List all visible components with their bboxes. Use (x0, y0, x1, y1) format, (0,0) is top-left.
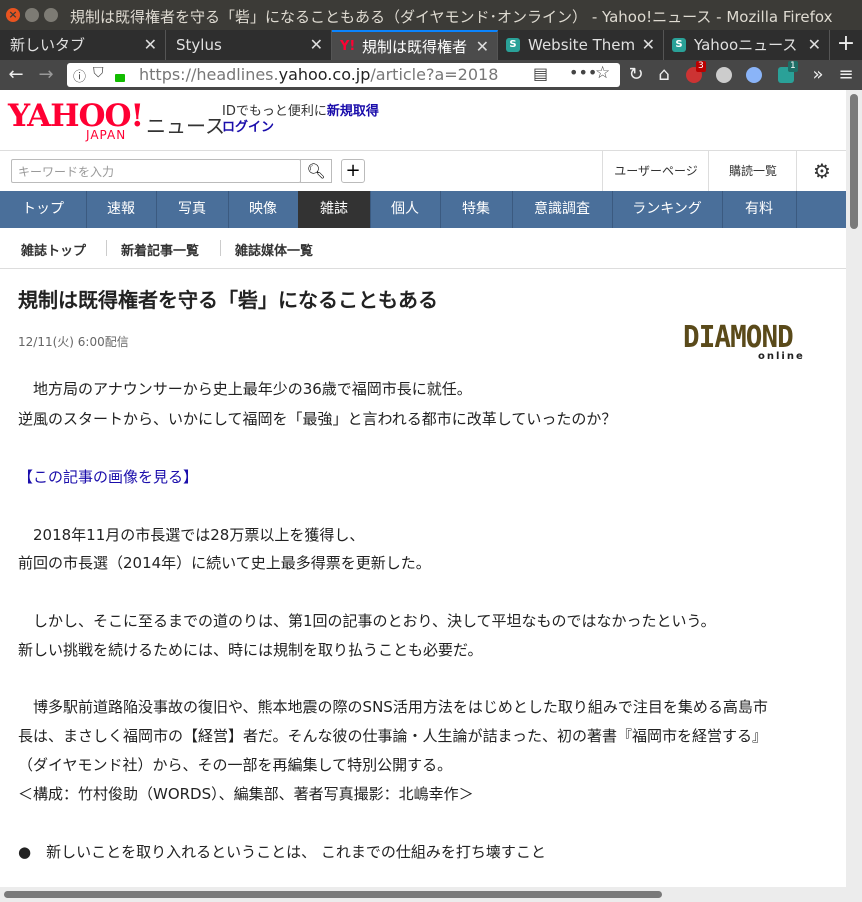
divider (106, 240, 107, 256)
reload-icon[interactable]: ↻ (624, 63, 648, 87)
info-icon[interactable]: ⓘ (73, 66, 86, 85)
gear-icon: ⚙ (813, 159, 831, 183)
extension-b-icon[interactable] (712, 63, 736, 87)
category-top[interactable]: トップ (0, 191, 87, 228)
logo-news: ニュース (146, 114, 225, 138)
tab-close-icon[interactable]: ✕ (476, 32, 489, 60)
navigation-toolbar: ← → ⓘ ⛉ https://headlines.yahoo.co.jp/ar… (0, 60, 862, 90)
category-paid[interactable]: 有料 (722, 191, 797, 228)
window-maximize-button[interactable] (44, 8, 58, 22)
window-minimize-button[interactable] (25, 8, 39, 22)
article-text: 逆風のスタートから、いかにして福岡を「最強」と言われる都市に改革していったのか？ (18, 410, 617, 428)
lock-icon[interactable] (115, 74, 125, 82)
article-image-link[interactable]: 【この記事の画像を見る】 (18, 466, 198, 487)
article-text: 前回の市長選（2014年）に続いて史上最多得票を更新した。 (18, 554, 431, 572)
divider (220, 240, 221, 256)
category-feature[interactable]: 特集 (440, 191, 513, 228)
article-date: 12/11(火) 6:00配信 (18, 335, 129, 349)
search-row: キーワードを入力 🔍︎ + ユーザーページ 購読一覧 ⚙ (0, 150, 846, 192)
page-actions-icon[interactable]: ••• (569, 63, 597, 82)
article-text: 2018年11月の市長選では28万票以上を獲得し、 (18, 526, 365, 544)
url-bar[interactable]: ⓘ ⛉ https://headlines.yahoo.co.jp/articl… (67, 63, 620, 87)
article-text: ＜構成：竹村俊助（WORDS）、編集部、著者写真撮影：北嶋幸作＞ (18, 785, 474, 803)
article-text: 長は、まさしく福岡市の【経営】者だ。そんな彼の仕事論・人生論が詰まった、初の著書… (18, 727, 767, 745)
article-text: 地方局のアナウンサーから史上最年少の36歳で福岡市長に就任。 (18, 380, 472, 398)
tab-bar: 新しいタブ ✕ Stylus ✕ Y! 規制は既得権者 ✕ S Website … (0, 30, 862, 60)
stylus-badge: 1 (788, 61, 798, 72)
tab-yahoo-news[interactable]: S Yahooニュース ✕ (664, 30, 830, 60)
stylus-favicon-icon: S (506, 38, 520, 52)
tab-close-icon[interactable]: ✕ (310, 30, 323, 60)
tab-new-tab[interactable]: 新しいタブ ✕ (0, 30, 166, 60)
login-link[interactable]: ログイン (222, 116, 274, 135)
back-arrow-icon[interactable]: ← (4, 63, 28, 87)
publisher-logo-sub: online (758, 351, 805, 362)
tab-close-icon[interactable]: ✕ (808, 30, 821, 60)
subnav-magazine-list[interactable]: 雑誌媒体一覧 (235, 240, 313, 259)
bookmark-star-icon[interactable]: ☆ (595, 63, 610, 83)
tab-stylus[interactable]: Stylus ✕ (166, 30, 332, 60)
register-link[interactable]: 新規取得 (327, 104, 379, 119)
user-page-link[interactable]: ユーザーページ (602, 151, 709, 191)
article-text: 新しい挑戦を続けるためには、時には規制を取り払うことも必要だ。 (18, 641, 483, 659)
article-text: （ダイヤモンド社）から、その一部を再編集して特別公開する。 (18, 756, 453, 774)
hamburger-menu-icon[interactable]: ≡ (834, 63, 858, 87)
logo-sub: JAPAN (86, 128, 127, 142)
yahoo-logo[interactable]: YAHOO! JAPAN ニュース (8, 98, 225, 142)
subscriptions-link[interactable]: 購読一覧 (708, 151, 797, 191)
extension-a-icon[interactable]: 3 (682, 61, 706, 87)
settings-button[interactable]: ⚙ (796, 151, 846, 191)
extension-c-icon[interactable] (742, 63, 766, 87)
extension-a-badge: 3 (696, 61, 706, 72)
magazine-subnav: 雑誌トップ 新着記事一覧 雑誌媒体一覧 (0, 228, 846, 269)
article-text: 博多駅前道路陥没事故の復旧や、熊本地震の際のSNS活用方法をはじめとした取り組み… (18, 698, 768, 716)
horizontal-scrollbar[interactable] (0, 887, 862, 902)
subnav-new-articles[interactable]: 新着記事一覧 (121, 240, 199, 259)
window-titlebar: × 規制は既得権者を守る「砦」になることもある（ダイヤモンド･オンライン） - … (0, 0, 862, 30)
tracking-shield-icon[interactable]: ⛉ (93, 65, 104, 81)
window-close-button[interactable]: × (6, 8, 20, 22)
category-individual[interactable]: 個人 (370, 191, 441, 228)
add-button[interactable]: + (341, 159, 365, 183)
tab-label: Stylus (176, 36, 222, 54)
search-input[interactable]: キーワードを入力 (11, 159, 301, 183)
tab-close-icon[interactable]: ✕ (144, 30, 157, 60)
tab-label: Yahooニュース (694, 36, 798, 54)
publisher-logo-main: DIAMOND (683, 320, 794, 355)
search-button[interactable]: 🔍︎ (300, 159, 332, 183)
forward-arrow-icon[interactable]: → (34, 63, 58, 87)
stylus-extension-icon[interactable]: 1 (774, 61, 798, 87)
reader-view-icon[interactable]: ▤ (533, 64, 548, 83)
stylus-favicon-icon: S (672, 38, 686, 52)
tab-label: 新しいタブ (10, 36, 86, 54)
article-text: しかし、そこに至るまでの道のりは、第1回の記事のとおり、決して平坦なものではなか… (18, 612, 716, 630)
article-title: 規制は既得権者を守る「砦」になることもある (18, 288, 438, 312)
category-magazine[interactable]: 雑誌 (298, 191, 371, 228)
category-survey[interactable]: 意識調査 (512, 191, 613, 228)
vertical-scrollbar[interactable] (846, 90, 862, 887)
tab-label: Website Them (528, 36, 636, 54)
search-icon: 🔍︎ (306, 162, 326, 180)
tab-close-icon[interactable]: ✕ (642, 30, 655, 60)
category-breaking[interactable]: 速報 (86, 191, 157, 228)
yahoo-favicon-icon: Y! (340, 39, 356, 54)
publisher-logo[interactable]: DIAMOND online (683, 320, 803, 362)
overflow-menu-icon[interactable]: » (806, 63, 830, 87)
window-title: 規制は既得権者を守る「砦」になることもある（ダイヤモンド･オンライン） - Ya… (70, 8, 833, 26)
tab-label: 規制は既得権者 (362, 38, 468, 56)
horizontal-scroll-thumb[interactable] (4, 891, 662, 898)
category-ranking[interactable]: ランキング (612, 191, 723, 228)
tab-website-theme[interactable]: S Website Them ✕ (498, 30, 664, 60)
home-icon[interactable]: ⌂ (652, 63, 676, 87)
article-section-heading: ● 新しいことを取り入れるということは、 これまでの仕組みを打ち壊すこと (18, 843, 546, 861)
url-text[interactable]: https://headlines.yahoo.co.jp/article?a=… (139, 65, 498, 84)
vertical-scroll-thumb[interactable] (850, 94, 858, 229)
category-photo[interactable]: 写真 (156, 191, 229, 228)
category-nav: トップ 速報 写真 映像 雑誌 個人 特集 意識調査 ランキング 有料 (0, 191, 846, 228)
category-video[interactable]: 映像 (228, 191, 299, 228)
new-tab-button[interactable]: + (830, 30, 862, 60)
subnav-magazine-top[interactable]: 雑誌トップ (21, 240, 86, 259)
tab-article[interactable]: Y! 規制は既得権者 ✕ (332, 30, 498, 60)
page-content: YAHOO! JAPAN ニュース IDでもっと便利に新規取得 ログイン キーワ… (0, 90, 846, 887)
